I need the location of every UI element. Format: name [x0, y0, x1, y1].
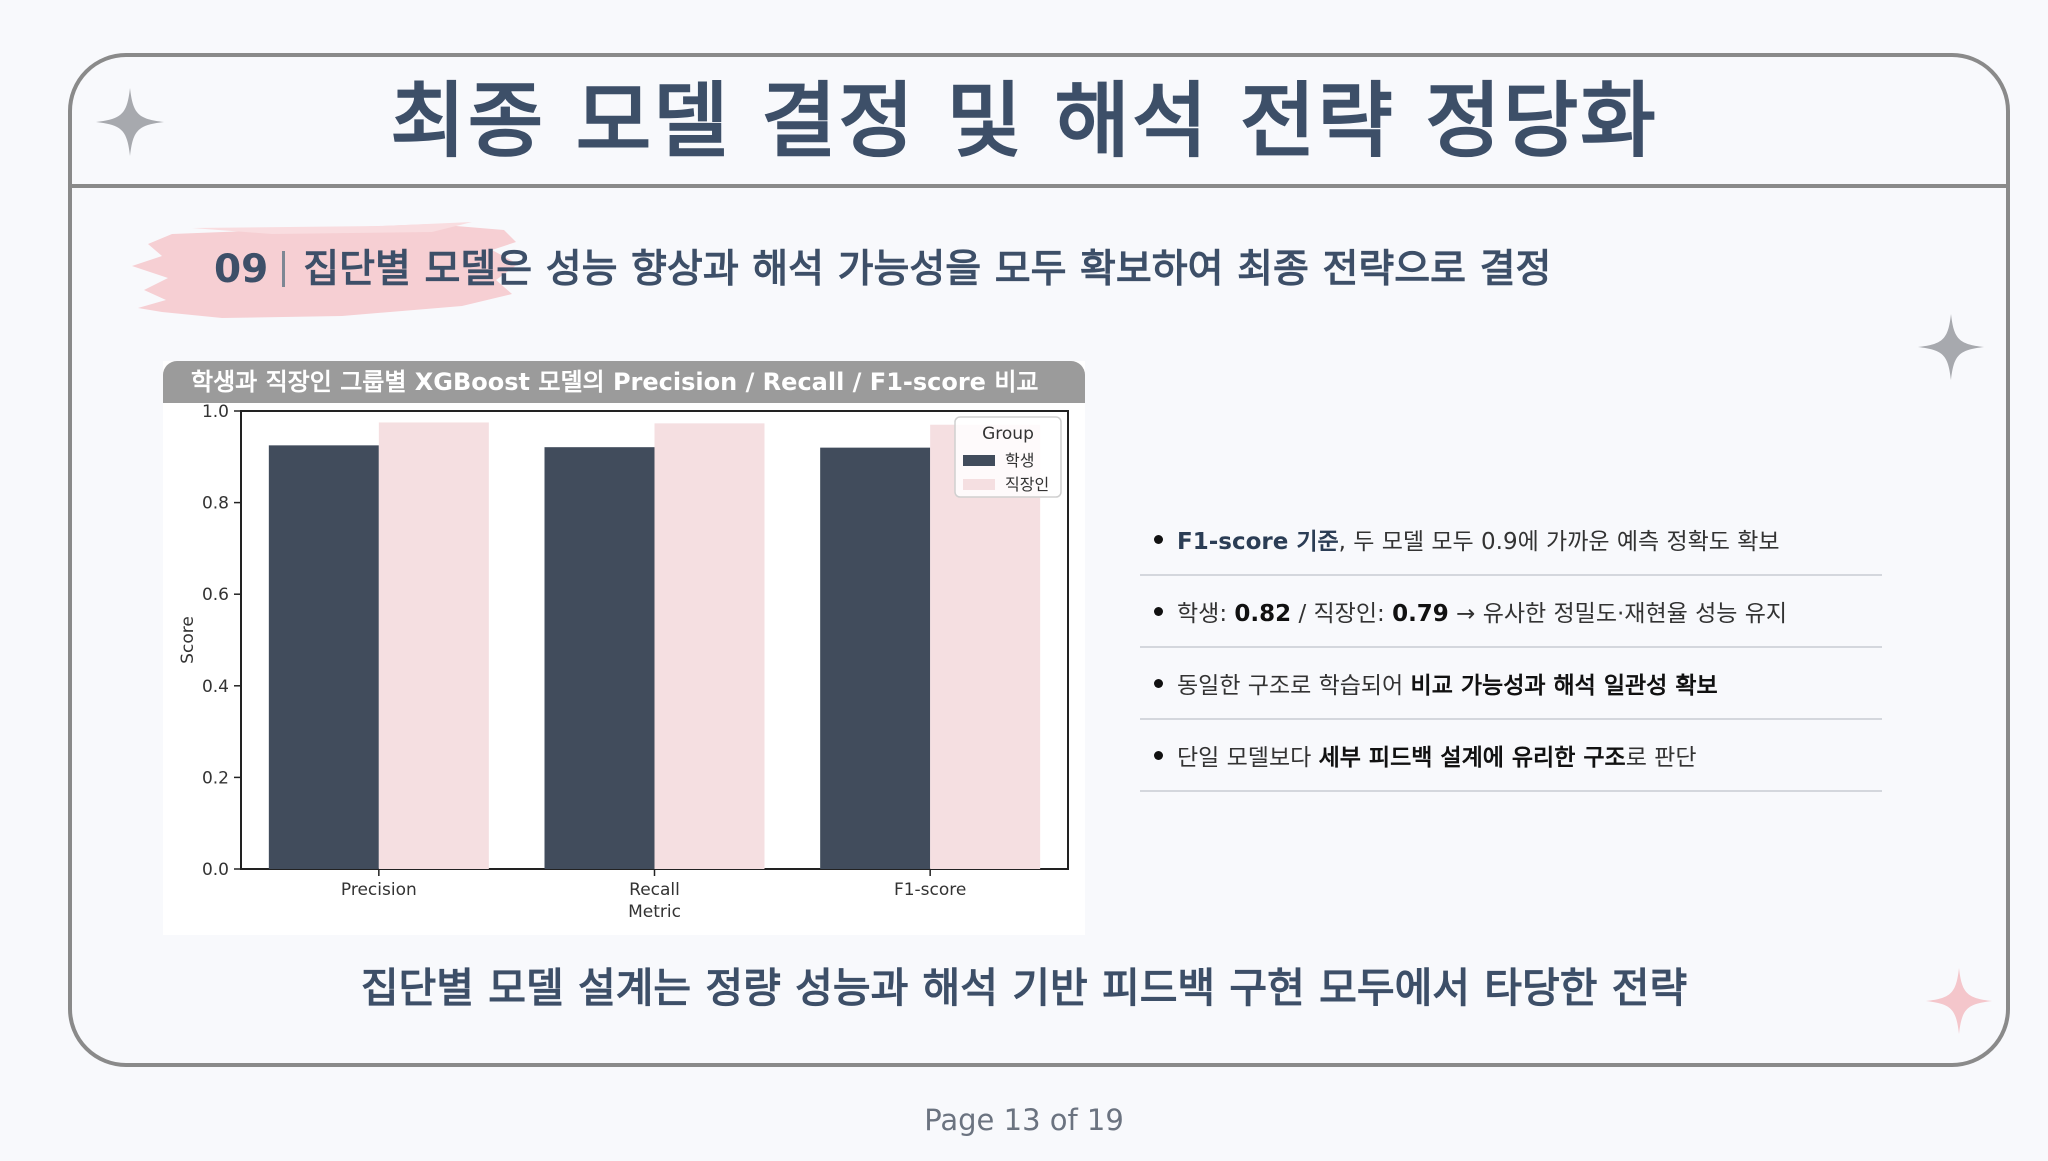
section-separator — [282, 250, 286, 287]
y-tick-label: 0.8 — [202, 494, 229, 514]
x-axis-label: Metric — [628, 902, 681, 922]
bar-student — [268, 445, 379, 869]
key-points-list: F1-score 기준, 두 모델 모두 0.9에 가까운 예측 정확도 확보학… — [1140, 504, 1882, 792]
bar-worker — [378, 422, 489, 869]
chart-panel-header: 학생과 직장인 그룹별 XGBoost 모델의 Precision / Reca… — [163, 361, 1085, 403]
bar-worker — [654, 423, 765, 869]
bullet-text-part: → 유사한 정밀도·재현율 성능 유지 — [1448, 601, 1788, 627]
x-tick-label: Recall — [629, 880, 680, 900]
bullet-text-part: 단일 모델보다 — [1177, 745, 1319, 771]
bullet-dot-icon — [1154, 678, 1163, 688]
bullet-text-part: 0.79 — [1392, 601, 1449, 627]
section-subtitle: 09 집단별 모델은 성능 향상과 해석 가능성을 모두 확보하여 최종 전략으로… — [214, 242, 1551, 298]
bar-student — [544, 447, 655, 869]
bullet-text: 단일 모델보다 세부 피드백 설계에 유리한 구조로 판단 — [1177, 738, 1697, 772]
bullet-item: 단일 모델보다 세부 피드백 설계에 유리한 구조로 판단 — [1140, 720, 1882, 792]
legend-title: Group — [982, 424, 1034, 444]
bullet-item: F1-score 기준, 두 모델 모두 0.9에 가까운 예측 정확도 확보 — [1140, 504, 1882, 576]
bullet-item: 학생: 0.82 / 직장인: 0.79 → 유사한 정밀도·재현율 성능 유지 — [1140, 576, 1882, 648]
bullet-text-part: 세부 피드백 설계에 유리한 구조 — [1318, 745, 1626, 771]
x-tick-label: Precision — [341, 880, 417, 900]
y-tick-label: 0.4 — [202, 677, 229, 697]
legend-label: 학생 — [1005, 451, 1034, 470]
legend-swatch — [963, 455, 995, 466]
slide-title: 최종 모델 결정 및 해석 전략 정당화 — [390, 74, 1658, 169]
bullet-text-part: 0.82 — [1234, 601, 1292, 627]
bullet-text-part: , 두 모델 모두 0.9에 가까운 예측 정확도 확보 — [1338, 529, 1780, 555]
bullet-dot-icon — [1154, 750, 1163, 760]
bullet-text-part: 비교 가능성과 해석 일관성 확보 — [1410, 673, 1718, 699]
page-number: Page 13 of 19 — [924, 1103, 1124, 1137]
y-tick-label: 0.2 — [202, 768, 229, 788]
legend-label: 직장인 — [1005, 475, 1049, 494]
y-tick-label: 1.0 — [202, 403, 229, 422]
section-title: 집단별 모델은 성능 향상과 해석 가능성을 모두 확보하여 최종 전략으로 결… — [303, 247, 1552, 292]
conclusion-statement: 집단별 모델 설계는 정량 성능과 해석 기반 피드백 구현 모두에서 타당한 … — [360, 964, 1688, 1012]
y-tick-label: 0.6 — [202, 585, 229, 605]
y-tick-label: 0.0 — [202, 860, 229, 880]
sparkle-icon — [96, 88, 164, 156]
bullet-text: 학생: 0.82 / 직장인: 0.79 → 유사한 정밀도·재현율 성능 유지 — [1177, 594, 1787, 628]
bullet-text: 동일한 구조로 학습되어 비교 가능성과 해석 일관성 확보 — [1177, 666, 1718, 700]
bullet-text: F1-score 기준, 두 모델 모두 0.9에 가까운 예측 정확도 확보 — [1177, 522, 1780, 556]
sparkle-icon — [1917, 313, 1985, 381]
bullet-text-part: / 직장인: — [1291, 601, 1393, 627]
y-axis-label: Score — [178, 616, 198, 664]
title-divider — [72, 184, 2006, 188]
bullet-item: 동일한 구조로 학습되어 비교 가능성과 해석 일관성 확보 — [1140, 648, 1882, 720]
bullet-text-part: 학생: — [1177, 601, 1235, 627]
bar-chart: 0.0 0.2 0.4 0.6 0.8 1.0 Precision Recall F1-scor… — [178, 403, 1069, 922]
bullet-text-part: 동일한 구조로 학습되어 — [1177, 673, 1411, 699]
bullet-dot-icon — [1154, 534, 1163, 544]
legend-swatch — [963, 479, 995, 490]
bullet-text-part: F1-score 기준 — [1177, 529, 1339, 555]
section-number: 09 — [214, 247, 269, 292]
chart-panel: 학생과 직장인 그룹별 XGBoost 모델의 Precision / Reca… — [163, 361, 1085, 935]
bullet-text-part: 로 판단 — [1625, 745, 1697, 771]
x-tick-label: F1-score — [894, 880, 966, 900]
bullet-dot-icon — [1154, 606, 1163, 616]
bar-student — [820, 447, 931, 869]
